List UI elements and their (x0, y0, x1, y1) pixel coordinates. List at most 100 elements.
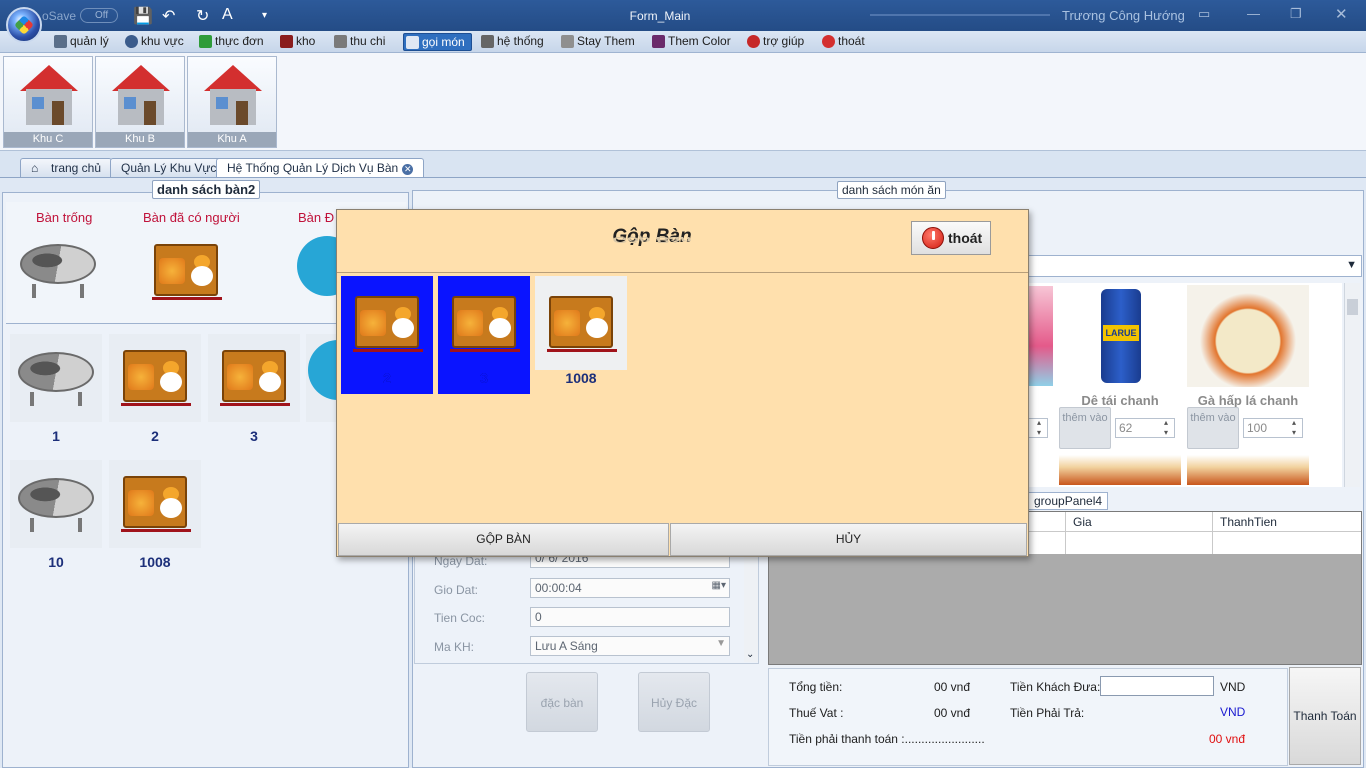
food-card: LARUE Dê tái chanh (1059, 285, 1181, 408)
tien-phai-thanh-toan-label: Tiền phải thanh toán :..................… (789, 732, 985, 746)
chevron-down-icon: ▼ (716, 638, 726, 649)
table-number: 1008 (139, 554, 171, 570)
tab-label: trang chủ (51, 161, 102, 175)
close-tab-icon[interactable]: ✕ (402, 164, 414, 175)
minimize-icon[interactable]: — (1247, 6, 1260, 21)
maximize-icon[interactable]: ❐ (1290, 6, 1302, 22)
legend-occupied-icon (140, 228, 232, 316)
area-button-khu-a[interactable]: Khu A (187, 56, 277, 148)
menu-khu-vuc[interactable]: khu vực (123, 33, 184, 51)
lifebuoy-icon (747, 35, 760, 48)
food-qty-partial[interactable] (1028, 418, 1048, 438)
vnd-unit-label: VND (1220, 680, 1246, 694)
restore-ribbon-icon[interactable]: ▭ (1198, 6, 1210, 22)
food-qty-spinner[interactable]: 62 (1115, 418, 1175, 438)
menu-goi-mon[interactable]: gọi món (403, 33, 472, 51)
scroll-down-icon[interactable]: ⌄ (746, 649, 754, 660)
house-icon (112, 65, 170, 125)
tab-label: Hệ Thống Quản Lý Dịch Vụ Bàn (227, 161, 399, 175)
menu-thu-chi[interactable]: thu chi (332, 33, 385, 51)
undo-icon[interactable]: ↶ (162, 6, 175, 26)
tab-quan-ly-khu-vuc[interactable]: Quản Lý Khu Vực (110, 158, 228, 178)
app-orb-icon[interactable] (6, 7, 42, 43)
menu-label: gọi món (422, 35, 465, 49)
tab-trang-chu[interactable]: ⌂ trang chủ (20, 158, 113, 178)
tong-tien-label: Tổng tiền: (789, 680, 843, 694)
customize-icon[interactable]: ▾ (262, 10, 267, 21)
add-food-button[interactable]: thêm vào (1059, 407, 1111, 449)
food-name: Gà hấp lá chanh (1197, 393, 1299, 408)
book-table-button[interactable]: đặc bàn (526, 672, 598, 732)
menu-stay-them[interactable]: Stay Them (559, 33, 635, 51)
redo-icon[interactable]: ↻ (196, 6, 209, 26)
area-label: Khu C (4, 132, 92, 147)
ribbon: Khu C Khu B Khu A (0, 53, 1366, 151)
menu-label: thực đơn (215, 34, 264, 48)
table-list-title: danh sách bàn2 (152, 180, 261, 199)
legend-empty-label: Bàn trống (36, 210, 93, 225)
menu-label: thoát (838, 34, 865, 48)
cancel-merge-button[interactable]: HỦY (670, 523, 1027, 556)
window-title: Form_Main (560, 9, 760, 23)
merge-button[interactable]: GỘP BÀN (338, 523, 669, 556)
column-header-gia[interactable]: Gia (1073, 515, 1092, 529)
food-qty-spinner[interactable]: 100 (1243, 418, 1303, 438)
menu-them-color[interactable]: Them Color (650, 33, 731, 51)
area-button-khu-b[interactable]: Khu B (95, 56, 185, 148)
title-slider (870, 14, 1050, 16)
beer-can-image: LARUE (1059, 285, 1181, 387)
font-icon[interactable]: A (222, 6, 233, 24)
menu-label: trợ giúp (763, 34, 805, 48)
pay-button[interactable]: Thanh Toán (1289, 667, 1361, 765)
table-card[interactable]: 3 (208, 334, 300, 444)
menu-thoat[interactable]: thoát (820, 33, 865, 51)
tien-phai-thanh-toan-value: 00 vnđ (1209, 732, 1246, 746)
autosave-toggle[interactable]: Off (80, 8, 118, 23)
merge-table-number: 3 (480, 370, 488, 386)
tien-coc-field[interactable]: 0 (530, 607, 730, 627)
menu-kho[interactable]: kho (278, 33, 315, 51)
close-icon[interactable]: ✕ (1335, 5, 1348, 23)
table-card[interactable]: 1008 (109, 460, 201, 570)
table-card[interactable]: 1 (10, 334, 102, 444)
menu-thuc-don[interactable]: thực đơn (197, 33, 264, 51)
food-card: Gà hấp lá chanh (1187, 285, 1309, 408)
save-icon[interactable]: 💾 (133, 6, 153, 26)
tien-phai-tra-unit: VND (1220, 705, 1246, 719)
dialog-divider (337, 272, 1028, 273)
gio-dat-field[interactable]: 00:00:04 ▦▾ (530, 578, 730, 598)
column-header-thanhtien[interactable]: ThanhTien (1220, 515, 1277, 529)
legend-empty-icon (12, 226, 104, 314)
area-label: Khu B (96, 132, 184, 147)
food-list-title: danh sách món ăn (837, 181, 946, 199)
tab-label: Quản Lý Khu Vực (121, 161, 217, 175)
category-dropdown[interactable]: ▼ (1028, 255, 1362, 277)
form-scrollbar[interactable]: ⌄ (744, 556, 758, 662)
merge-table-card[interactable]: 1008 (535, 276, 627, 394)
add-food-button[interactable]: thêm vào (1187, 407, 1239, 449)
table-card[interactable]: 10 (10, 460, 102, 570)
food-image-partial (1187, 455, 1309, 485)
scrollbar-thumb[interactable] (1347, 299, 1358, 315)
ma-kh-select[interactable]: Lưu A Sáng ▼ (530, 636, 730, 656)
dialog-title-reflection: Gộp Bàn (612, 234, 692, 244)
menu-quan-ly[interactable]: quản lý (52, 33, 109, 51)
area-button-khu-c[interactable]: Khu C (3, 56, 93, 148)
menu-tro-giup[interactable]: trợ giúp (745, 33, 804, 51)
table-card[interactable]: 2 (109, 334, 201, 444)
tab-he-thong-dich-vu-ban[interactable]: Hệ Thống Quản Lý Dịch Vụ Bàn ✕ (216, 158, 425, 178)
food-scrollbar[interactable] (1344, 283, 1360, 487)
dialog-exit-button[interactable]: thoát (911, 221, 991, 255)
tien-phai-tra-label: Tiền Phải Trả: (1010, 706, 1085, 720)
house-icon (20, 65, 78, 125)
menu-label: thu chi (350, 34, 386, 48)
thue-vat-label: Thuế Vat : (789, 706, 844, 720)
menu-he-thong[interactable]: hệ thống (479, 33, 544, 51)
merge-table-card[interactable]: 3 (438, 276, 530, 394)
time-picker-icon[interactable]: ▦▾ (712, 580, 726, 591)
merge-table-card[interactable]: 2 (341, 276, 433, 394)
cancel-booking-button[interactable]: Hủy Đặc (638, 672, 710, 732)
tien-khach-dua-input[interactable] (1100, 676, 1214, 696)
table-card-partial[interactable] (306, 334, 368, 422)
dropdown-arrow-icon: ▼ (1346, 259, 1357, 271)
